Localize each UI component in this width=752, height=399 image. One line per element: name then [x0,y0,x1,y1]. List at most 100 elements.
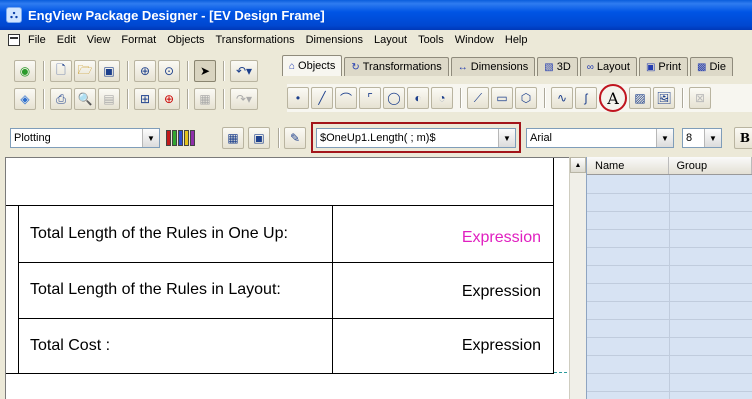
delete-disabled-icon[interactable]: ⊠ [689,87,711,109]
color-bars-icon[interactable] [166,130,195,146]
zoom-window-icon[interactable]: ⊞ [134,88,156,110]
tab-objects[interactable]: ⌂ Objects [282,55,343,76]
objects-toolbar: • ╱ ⌒ ⌜ ◯ ◐ ◔ ⟋ ▭ ⬡ ∿ ʃ A ▨ 🖼 ⊠ [287,84,752,112]
grid-divider [669,175,670,399]
tab-print[interactable]: ▣ Print [638,57,689,76]
transformations-tab-icon: ↻ [351,61,360,73]
zoom-plus-icon[interactable]: ⊕ [158,88,180,110]
point-icon[interactable]: • [287,87,309,109]
column-name[interactable]: Name [587,157,669,174]
curve-icon[interactable]: ∿ [551,87,573,109]
bold-button[interactable]: B [734,127,752,149]
open-folder-icon[interactable]: 🗁 [74,60,96,82]
row-separator [18,318,554,319]
layer-dropdown[interactable]: Plotting ▼ [10,128,160,148]
circle-icon[interactable]: ◯ [383,87,405,109]
scroll-up-icon[interactable]: ▲ [570,157,586,173]
vertical-scrollbar[interactable]: ▲ [569,157,586,399]
separator [544,88,546,108]
chevron-down-icon[interactable]: ▼ [704,129,721,147]
engview-home-icon[interactable]: ◉ [14,60,36,82]
menu-window[interactable]: Window [455,34,494,46]
grid-row [587,391,752,392]
row2-expression[interactable]: Expression [346,283,541,301]
ribbon-tabs: ⌂ Objects ↻ Transformations ↔ Dimensions… [282,55,735,77]
save-icon[interactable]: ▣ [98,60,120,82]
corner-arc-icon[interactable]: ⌜ [359,87,381,109]
font-value: Arial [530,132,553,144]
print-preview-icon[interactable]: 🔍 [74,88,96,110]
menu-format[interactable]: Format [121,34,156,46]
chevron-down-icon[interactable]: ▼ [498,129,515,147]
menu-tools[interactable]: Tools [418,34,444,46]
separator [460,88,462,108]
tab-dimensions[interactable]: ↔ Dimensions [450,57,536,76]
menu-view[interactable]: View [87,34,111,46]
select-arrow-icon[interactable]: ➤ [194,60,216,82]
grid-row [587,265,752,266]
panel-header: Name Group [587,157,752,175]
text-tool-icon[interactable]: A [599,84,627,112]
separator [682,88,684,108]
tab-transformations[interactable]: ↻ Transformations [344,57,449,76]
menu-edit[interactable]: Edit [57,34,76,46]
image-icon[interactable]: 🖼 [653,87,675,109]
standard-toolbar-row1: ◉ 🗋 🗁 ▣ ⊕ ⊙ ➤ ↶▾ [14,60,260,82]
font-dropdown[interactable]: Arial ▼ [526,128,674,148]
separator [43,61,45,81]
menu-help[interactable]: Help [505,34,528,46]
copy-disabled-icon[interactable]: ▤ [98,88,120,110]
layer-manager-icon[interactable]: ▦ [222,127,244,149]
column-group[interactable]: Group [669,157,752,174]
separator [223,89,225,109]
zoom-fit-icon[interactable]: ⊙ [158,60,180,82]
table-border-left [18,205,19,374]
print-icon[interactable]: ⎙ [50,88,72,110]
font-size-dropdown[interactable]: 8 ▼ [682,128,722,148]
row3-expression[interactable]: Expression [346,337,541,355]
zoom-in-icon[interactable]: ⊕ [134,60,156,82]
open-project-icon[interactable]: ◈ [14,88,36,110]
circle-arc-icon[interactable]: ◔ [431,87,453,109]
menu-layout[interactable]: Layout [374,34,407,46]
menu-dimensions[interactable]: Dimensions [306,34,363,46]
redo-icon[interactable]: ↷▾ [230,88,258,110]
polygon-icon[interactable]: ⬡ [515,87,537,109]
row1-expression[interactable]: Expression [346,229,541,247]
layer-properties-icon[interactable]: ▣ [248,127,270,149]
grid-row [587,337,752,338]
dimensions-tab-icon: ↔ [457,61,468,73]
chevron-down-icon[interactable]: ▼ [656,129,673,147]
design-canvas[interactable]: Total Length of the Rules in One Up: Exp… [5,157,571,399]
menu-objects[interactable]: Objects [167,34,204,46]
title-bar: ⛬ EngView Package Designer - [EV Design … [0,0,752,30]
line-icon[interactable]: ╱ [311,87,333,109]
new-file-icon[interactable]: 🗋 [50,60,72,82]
row-separator [18,262,554,263]
offset-line-icon[interactable]: ⟋ [467,87,489,109]
separator [278,128,280,148]
grid-disabled-icon[interactable]: ▦ [194,88,216,110]
tab-die[interactable]: ▩ Die [690,57,733,76]
chevron-down-icon[interactable]: ▼ [142,129,159,147]
table-border-bottom [6,373,554,374]
hatch-icon[interactable]: ▨ [629,87,651,109]
grid-row [587,229,752,230]
circle-center-icon[interactable]: ◐ [407,87,429,109]
menu-file[interactable]: File [28,34,46,46]
menu-transformations[interactable]: Transformations [216,34,295,46]
undo-icon[interactable]: ↶▾ [230,60,258,82]
tab-3d[interactable]: ▧ 3D [537,57,578,76]
rectangle-icon[interactable]: ▭ [491,87,513,109]
spline-icon[interactable]: ʃ [575,87,597,109]
font-size-value: 8 [686,132,693,144]
table-border-right [553,158,554,374]
tab-label: Dimensions [470,61,529,73]
tab-label: Transformations [362,61,442,73]
edit-text-icon[interactable]: ✎ [284,127,306,149]
document-icon[interactable] [8,33,20,46]
tab-label: Print [658,61,682,73]
arc-icon[interactable]: ⌒ [335,87,357,109]
expression-dropdown[interactable]: $OneUp1.Length( ; m)$ ▼ [316,128,516,148]
tab-layout[interactable]: ∞ Layout [579,57,637,76]
